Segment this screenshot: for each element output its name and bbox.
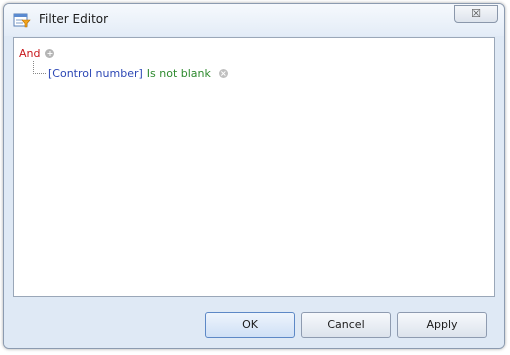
condition-node: [Control number] Is not blank × <box>48 65 228 81</box>
close-icon: ☒ <box>471 7 481 20</box>
filter-editor-dialog: Filter Editor ☒ And + [Control number] I… <box>3 3 505 349</box>
condition-operation[interactable]: Is not blank <box>147 67 211 80</box>
close-button[interactable]: ☒ <box>454 5 498 23</box>
tree-connector-line <box>33 61 46 74</box>
remove-circle-icon[interactable]: × <box>218 68 228 78</box>
window-title: Filter Editor <box>39 12 109 26</box>
apply-button[interactable]: Apply <box>397 312 487 338</box>
group-operator-and[interactable]: And <box>19 47 40 60</box>
filter-editor-app-icon <box>13 13 31 28</box>
dialog-footer: OK Cancel Apply <box>4 297 504 348</box>
ok-button[interactable]: OK <box>205 312 295 338</box>
condition-field[interactable]: [Control number] <box>48 67 143 80</box>
cancel-button[interactable]: Cancel <box>301 312 391 338</box>
group-node-root: And + <box>19 45 55 61</box>
add-circle-icon[interactable]: + <box>45 48 55 58</box>
title-bar[interactable]: Filter Editor ☒ <box>4 4 504 36</box>
filter-tree-panel[interactable]: And + [Control number] Is not blank × <box>13 37 495 297</box>
